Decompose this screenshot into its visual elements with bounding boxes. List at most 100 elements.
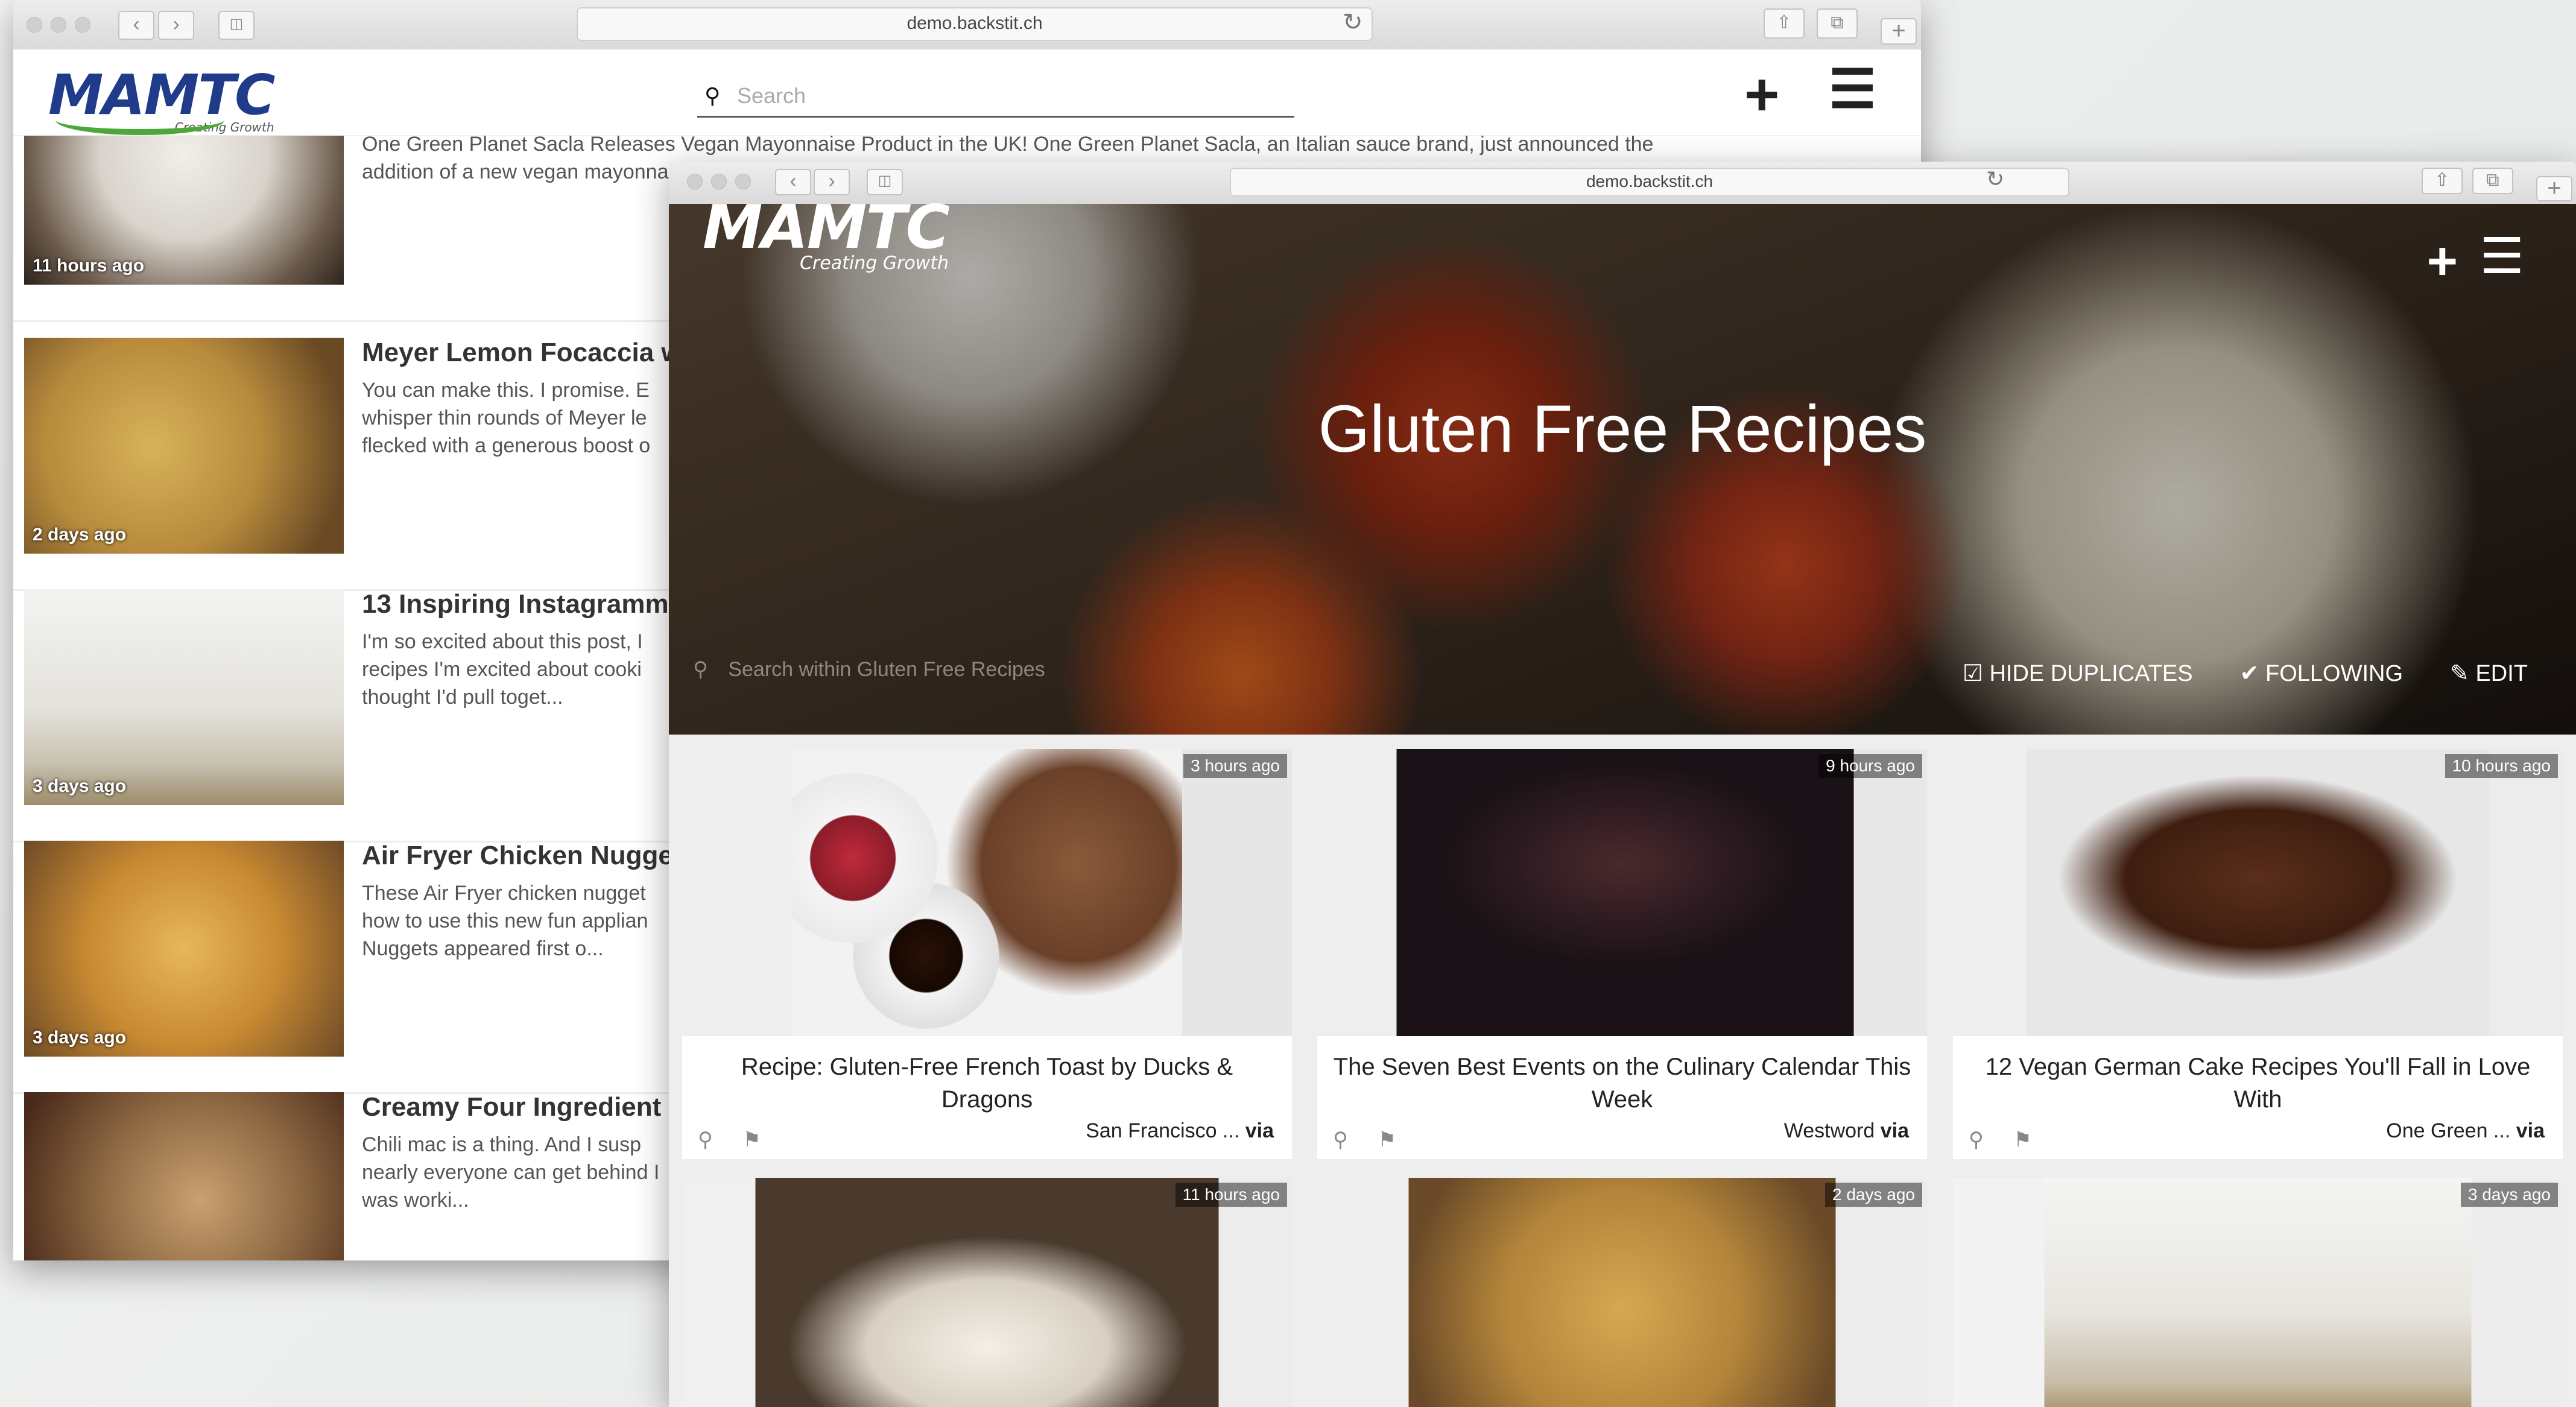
window-controls <box>27 17 90 33</box>
logo-text: MAMTC <box>703 192 950 262</box>
article-title[interactable]: The Seven Best Events on the Culinary Ca… <box>1329 1051 1915 1116</box>
minimize-window-button[interactable] <box>51 17 66 33</box>
bookmark-icon[interactable]: ⚑ <box>1378 1128 1396 1151</box>
article-summary: These Air Fryer chicken nugget how to us… <box>362 882 648 960</box>
zoom-window-button[interactable] <box>75 17 90 33</box>
article-age: 10 hours ago <box>2445 754 2558 778</box>
back-arrow-icon[interactable]: ‹ <box>118 11 154 40</box>
article-source[interactable]: San Francisco ... via <box>1086 1119 1274 1143</box>
front-browser-window: ‹ › ◫ demo.backstit.ch ↻ ⇧ ⧉ + MAMTC Cre… <box>669 162 2576 1407</box>
tabs-overview-icon[interactable]: ⧉ <box>2472 168 2513 194</box>
article-age: 3 days ago <box>33 776 127 796</box>
add-icon[interactable]: + <box>2427 230 2458 292</box>
article-image <box>1317 1178 1927 1407</box>
article-title[interactable]: Air Fryer Chicken Nugget <box>362 841 682 871</box>
share-icon[interactable]: ⇧ <box>2422 168 2463 194</box>
close-window-button[interactable] <box>687 174 703 189</box>
source-name: San Francisco ... <box>1086 1119 1240 1142</box>
article-age: 3 days ago <box>33 1028 127 1048</box>
article-title[interactable]: 12 Vegan German Cake Recipes You'll Fall… <box>1965 1051 2551 1116</box>
tabs-overview-icon[interactable]: ⧉ <box>1817 8 1858 39</box>
menu-icon[interactable]: ☰ <box>1829 58 1876 120</box>
article-thumbnail: 3 days ago <box>24 841 344 1057</box>
article-thumbnail <box>24 1092 344 1260</box>
article-image <box>1953 749 2563 1036</box>
edit-label: EDIT <box>2475 661 2528 686</box>
minimize-window-button[interactable] <box>711 174 727 189</box>
article-image <box>682 749 1292 1036</box>
article-card[interactable]: 11 hours ago <box>682 1178 1292 1407</box>
article-image <box>682 1178 1292 1407</box>
article-age: 11 hours ago <box>1175 1183 1287 1207</box>
article-card[interactable]: 3 hours ago Recipe: Gluten-Free French T… <box>682 749 1292 1159</box>
browser-toolbar: ‹ › ◫ demo.backstit.ch ↻ ⇧ ⧉ + <box>669 162 2576 205</box>
search-input[interactable]: ⚲ Search <box>697 76 1294 118</box>
window-controls <box>687 174 751 189</box>
hide-duplicates-label: HIDE DUPLICATES <box>1989 661 2193 686</box>
article-source[interactable]: One Green ... via <box>2386 1119 2545 1143</box>
sidebar-icon[interactable]: ◫ <box>218 11 255 40</box>
zoom-window-button[interactable] <box>735 174 751 189</box>
edit-button[interactable]: ✎ EDIT <box>2450 660 2528 687</box>
article-age: 2 days ago <box>33 525 127 545</box>
zoom-icon[interactable]: ⚲ <box>1969 1128 1984 1151</box>
bookmark-icon[interactable]: ⚑ <box>2013 1128 2031 1151</box>
url-text: demo.backstit.ch <box>907 13 1043 33</box>
forward-arrow-icon[interactable]: › <box>158 11 194 40</box>
zoom-icon[interactable]: ⚲ <box>698 1128 713 1151</box>
article-image <box>1317 749 1927 1036</box>
browser-toolbar: ‹ › ◫ demo.backstit.ch ↻ ⇧ ⧉ + <box>13 0 1921 51</box>
article-title[interactable]: Creamy Four Ingredient C <box>362 1092 688 1122</box>
via-label: via <box>2516 1119 2545 1142</box>
article-summary: You can make this. I promise. E whisper … <box>362 379 651 457</box>
article-age: 3 days ago <box>2461 1183 2558 1207</box>
pencil-icon: ✎ <box>2450 661 2469 686</box>
card-tools: ⚲ ⚑ <box>698 1128 761 1152</box>
bookmark-icon[interactable]: ⚑ <box>742 1128 761 1151</box>
search-icon: ⚲ <box>693 658 708 681</box>
collection-search-input[interactable]: ⚲ Search within Gluten Free Recipes <box>693 657 1045 681</box>
site-header: MAMTC Creating Growth ⚲ Search + ☰ <box>13 49 1921 136</box>
article-age: 11 hours ago <box>33 256 145 276</box>
reload-icon[interactable]: ↻ <box>1986 166 2004 192</box>
menu-icon[interactable]: ☰ <box>2479 228 2524 285</box>
search-placeholder: Search within Gluten Free Recipes <box>728 658 1045 681</box>
article-card[interactable]: 10 hours ago 12 Vegan German Cake Recipe… <box>1953 749 2563 1159</box>
collection-actions: ☑ HIDE DUPLICATES ✔ FOLLOWING ✎ EDIT <box>1963 660 2528 687</box>
check-icon: ✔ <box>2239 661 2259 686</box>
logo-swoosh <box>55 105 224 135</box>
address-bar[interactable]: demo.backstit.ch <box>1230 168 2069 197</box>
add-icon[interactable]: + <box>1744 60 1779 130</box>
new-tab-icon[interactable]: + <box>1881 18 1917 45</box>
reload-icon[interactable]: ↻ <box>1343 8 1363 36</box>
url-text: demo.backstit.ch <box>1586 172 1714 191</box>
new-tab-icon[interactable]: + <box>2536 176 2572 201</box>
article-title[interactable]: Meyer Lemon Focaccia w <box>362 338 682 368</box>
article-card[interactable]: 3 days ago <box>1953 1178 2563 1407</box>
via-label: via <box>1245 1119 1274 1142</box>
article-title[interactable]: 13 Inspiring Instagramm <box>362 589 669 619</box>
article-card[interactable]: 2 days ago <box>1317 1178 1927 1407</box>
article-summary: Chili mac is a thing. And I susp nearly … <box>362 1133 660 1212</box>
following-label: FOLLOWING <box>2265 661 2404 686</box>
following-button[interactable]: ✔ FOLLOWING <box>2240 660 2403 687</box>
article-source[interactable]: Westword via <box>1784 1119 1909 1143</box>
article-image <box>1953 1178 2563 1407</box>
article-thumbnail: 3 days ago <box>24 589 344 805</box>
address-bar[interactable]: demo.backstit.ch <box>577 7 1373 41</box>
via-label: via <box>1880 1119 1909 1142</box>
collection-hero <box>669 204 2576 735</box>
article-age: 9 hours ago <box>1818 754 1922 778</box>
zoom-icon[interactable]: ⚲ <box>1333 1128 1348 1151</box>
search-icon: ⚲ <box>704 83 721 108</box>
article-age: 2 days ago <box>1825 1183 1922 1207</box>
card-tools: ⚲ ⚑ <box>1333 1128 1396 1152</box>
article-summary: I'm so excited about this post, I recipe… <box>362 630 643 709</box>
article-title[interactable]: Recipe: Gluten-Free French Toast by Duck… <box>694 1051 1280 1116</box>
hide-duplicates-toggle[interactable]: ☑ HIDE DUPLICATES <box>1963 660 2193 687</box>
article-card[interactable]: 9 hours ago The Seven Best Events on the… <box>1317 749 1927 1159</box>
source-name: One Green ... <box>2386 1119 2511 1142</box>
close-window-button[interactable] <box>27 17 42 33</box>
mamtc-logo[interactable]: MAMTC Creating Growth <box>703 192 950 274</box>
share-icon[interactable]: ⇧ <box>1764 8 1805 39</box>
